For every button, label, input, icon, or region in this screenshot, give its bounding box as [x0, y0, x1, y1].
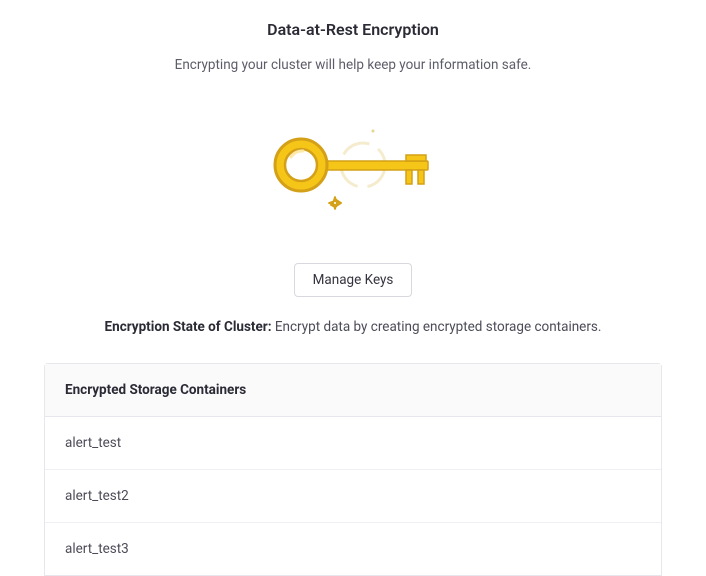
list-item[interactable]: alert_test — [45, 417, 661, 470]
encryption-state-line: Encryption State of Cluster: Encrypt dat… — [0, 319, 706, 335]
list-item[interactable]: alert_test3 — [45, 523, 661, 575]
encrypted-containers-header: Encrypted Storage Containers — [45, 364, 661, 417]
encryption-state-text: Encrypt data by creating encrypted stora… — [275, 319, 602, 335]
manage-keys-button[interactable]: Manage Keys — [294, 263, 413, 297]
page-subtitle: Encrypting your cluster will help keep y… — [0, 57, 706, 73]
page-title: Data-at-Rest Encryption — [0, 20, 706, 39]
encryption-state-label: Encryption State of Cluster: — [105, 319, 272, 335]
list-item[interactable]: alert_test2 — [45, 470, 661, 523]
key-icon — [263, 123, 443, 223]
encrypted-containers-panel: Encrypted Storage Containers alert_test … — [44, 363, 662, 576]
key-illustration — [0, 123, 706, 223]
